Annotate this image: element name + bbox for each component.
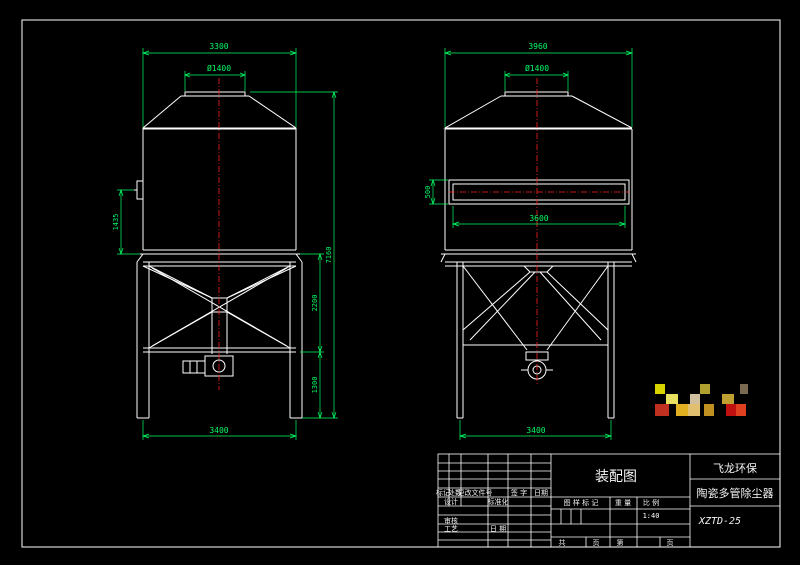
front-dim-hopper-height: 2200	[311, 295, 319, 312]
side-view-outline	[440, 91, 637, 419]
side-dim-base-width: 3400	[526, 426, 545, 435]
title-block-review-label: 审核	[444, 516, 458, 525]
title-block-change-doc-label: 更改文件号	[458, 488, 493, 497]
title-block-scale-value: 1:40	[643, 512, 660, 520]
title-block-standardize-label: 标准化	[488, 497, 509, 506]
front-dim-inlet-height: 1435	[112, 214, 120, 231]
title-block-design-label: 设计	[444, 497, 458, 506]
side-dim-inlet-width: 3600	[529, 214, 548, 223]
title-block-sheets-label: 页	[593, 539, 600, 547]
front-dim-leg-height: 1300	[311, 377, 319, 394]
side-dim-top-width: 3960	[528, 42, 547, 51]
front-dim-base-width: 3400	[209, 426, 228, 435]
pixel-watermark	[655, 384, 748, 416]
title-block-total-label: 共	[559, 538, 566, 547]
title-block-process-label: 工艺	[444, 525, 458, 533]
title-block-sheet-no-label: 第	[617, 538, 624, 547]
front-view-outline	[134, 91, 303, 419]
front-dim-total-height: 7160	[325, 247, 333, 264]
front-dimension-lines	[117, 48, 338, 440]
side-dim-inlet-height: 500	[424, 186, 432, 199]
front-dim-outlet-diameter: Ø1400	[207, 63, 231, 73]
title-block-drawing-name: 装配图	[595, 469, 637, 485]
front-dim-top-width: 3300	[209, 42, 228, 51]
title-block-weight-label: 重 量	[615, 499, 631, 507]
title-block: 飞龙环保 陶瓷多管除尘器 XZTD-25 装配图 图 样 标 记 重 量 比 例…	[436, 453, 781, 548]
title-block-product: 陶瓷多管除尘器	[697, 486, 774, 500]
title-block-pages-label: 页	[667, 539, 674, 547]
front-view: 3300 Ø1400 7160 2200 1300 1435 3400	[112, 42, 338, 440]
drawing-frame	[21, 19, 781, 548]
title-block-stage-mark-label: 图 样 标 记	[564, 498, 599, 507]
title-block-date2-label: 日 期	[490, 525, 506, 533]
side-dimension-lines	[429, 48, 634, 440]
side-view: 3960 Ø1400 500 3600 3400	[424, 42, 637, 440]
side-dim-outlet-diameter: Ø1400	[525, 63, 549, 73]
title-block-scale-label: 比 例	[643, 498, 659, 507]
title-block-company: 飞龙环保	[713, 461, 757, 475]
title-block-drawing-code: XZTD-25	[698, 516, 741, 527]
title-block-signature-label: 签 字	[511, 488, 527, 497]
title-block-date-label: 日期	[534, 489, 548, 497]
cad-drawing: 3300 Ø1400 7160 2200 1300 1435 3400 3960…	[21, 19, 781, 548]
